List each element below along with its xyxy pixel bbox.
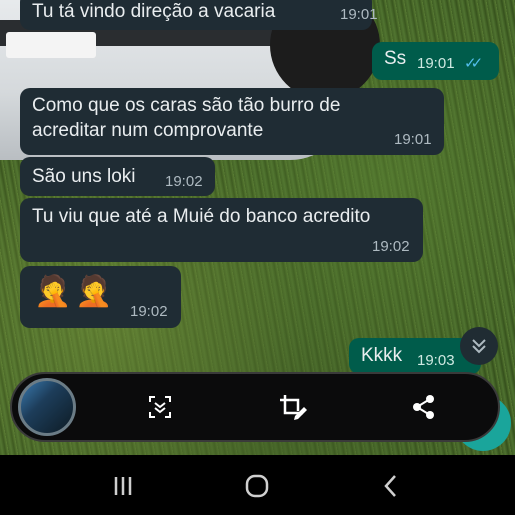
message-text: Kkkk xyxy=(361,345,403,366)
screenshot-toolbar xyxy=(10,372,500,442)
message-time: 19:01 xyxy=(340,6,378,23)
message-incoming-emoji[interactable]: 🤦🤦 19:02 xyxy=(20,266,181,328)
back-button[interactable] xyxy=(377,472,405,500)
message-time: 19:03 xyxy=(417,352,455,369)
message-text: Tu tá vindo direção a vacaria xyxy=(32,1,276,22)
message-time: 19:02 xyxy=(372,238,410,255)
message-time: 19:02 xyxy=(165,173,203,190)
home-icon xyxy=(245,474,269,498)
message-text: Ss xyxy=(384,48,407,69)
message-time: 19:01 xyxy=(394,131,432,148)
message-text: São uns loki xyxy=(32,166,136,187)
message-outgoing[interactable]: Ss 19:01 ✓✓ xyxy=(372,42,499,80)
message-incoming[interactable]: Tu tá vindo direção a vacaria 19:01 xyxy=(20,0,378,30)
crop-edit-button[interactable] xyxy=(276,391,308,423)
message-time: 19:01 xyxy=(417,55,455,72)
system-navigation-bar xyxy=(0,455,515,515)
share-icon xyxy=(413,395,434,419)
share-button[interactable] xyxy=(408,391,440,423)
back-icon xyxy=(384,475,396,497)
message-incoming[interactable]: Tu viu que até a Muié do banco acredito … xyxy=(20,198,423,262)
recent-apps-button[interactable] xyxy=(109,472,137,500)
scroll-capture-button[interactable] xyxy=(144,391,176,423)
read-receipt-icon: ✓✓ xyxy=(464,55,483,72)
message-time: 19:02 xyxy=(130,303,168,320)
crop-edit-icon xyxy=(280,395,307,420)
recent-apps-icon xyxy=(114,477,132,495)
message-incoming[interactable]: São uns loki 19:02 xyxy=(20,157,215,196)
screenshot-thumbnail[interactable] xyxy=(18,378,76,436)
chevron-double-down-icon xyxy=(472,339,486,354)
scroll-capture-icon xyxy=(149,396,171,418)
message-text: Tu viu que até a Muié do banco acredito xyxy=(32,206,371,227)
scroll-to-bottom-button[interactable] xyxy=(460,327,498,365)
home-button[interactable] xyxy=(243,472,271,500)
facepalm-emoji: 🤦🤦 xyxy=(34,275,117,308)
message-text: Como que os caras são tão burro de acred… xyxy=(32,95,341,141)
message-incoming[interactable]: Como que os caras são tão burro de acred… xyxy=(20,88,444,155)
